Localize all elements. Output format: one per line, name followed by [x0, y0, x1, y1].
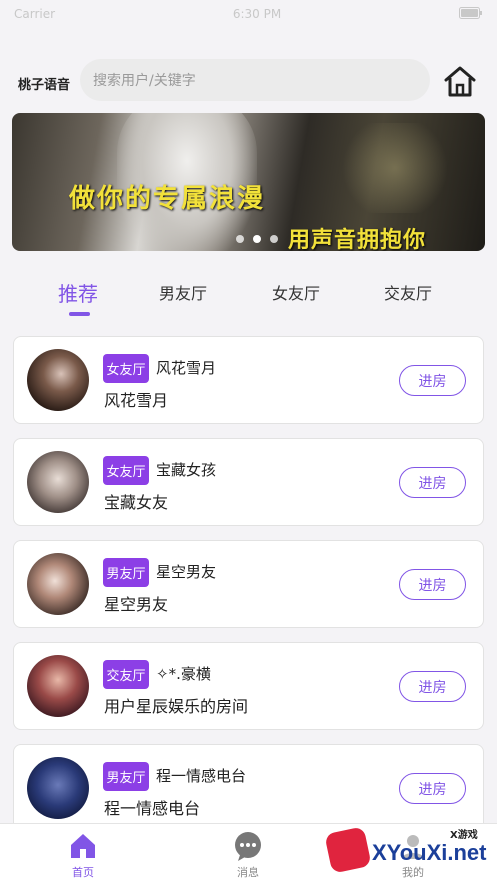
nav-messages[interactable]: 消息 [218, 830, 278, 880]
room-card[interactable]: 男友厅 星空男友 星空男友 进房 [13, 540, 484, 628]
tab-boyfriend-hall[interactable]: 男友厅 [159, 280, 207, 304]
watermark-text: XYouXi.net [372, 840, 487, 865]
room-card[interactable]: 女友厅 宝藏女孩 宝藏女友 进房 [13, 438, 484, 526]
room-category-badge: 女友厅 [103, 456, 149, 485]
search-input[interactable]: 搜索用户/关键字 [80, 59, 430, 101]
room-name: ✧*.豪横 [156, 665, 211, 683]
room-name: 宝藏女孩 [156, 461, 217, 479]
nav-messages-label: 消息 [237, 866, 259, 879]
room-subtitle: 星空男友 [104, 595, 169, 614]
avatar [27, 757, 89, 819]
banner-background-glow [335, 123, 455, 213]
room-category-badge: 男友厅 [103, 558, 149, 587]
home-icon [67, 830, 99, 862]
room-subtitle: 用户星辰娱乐的房间 [104, 697, 249, 716]
room-card[interactable]: 女友厅 风花雪月 风花雪月 进房 [13, 336, 484, 424]
search-placeholder: 搜索用户/关键字 [93, 73, 196, 89]
home-button[interactable] [441, 62, 479, 100]
site-watermark: X游戏 XYouXi.net [322, 826, 492, 880]
app-name: 桃子语音 [18, 78, 71, 93]
avatar [27, 655, 89, 717]
banner-subheadline: 用声音拥抱你 [288, 228, 427, 251]
status-bar: Carrier 6:30 PM [0, 0, 497, 28]
tab-girlfriend-hall[interactable]: 女友厅 [272, 280, 320, 304]
room-name: 风花雪月 [156, 359, 217, 377]
avatar [27, 349, 89, 411]
room-category-badge: 女友厅 [103, 354, 149, 383]
room-category-badge: 男友厅 [103, 762, 149, 791]
carrier-label: Carrier [14, 7, 56, 21]
avatar [27, 553, 89, 615]
room-subtitle: 程一情感电台 [104, 799, 201, 818]
battery-icon [459, 6, 483, 22]
status-time: 6:30 PM [232, 7, 282, 21]
active-tab-indicator [69, 312, 90, 316]
tab-friends-hall[interactable]: 交友厅 [384, 280, 432, 304]
room-card[interactable]: 交友厅 ✧*.豪横 用户星辰娱乐的房间 进房 [13, 642, 484, 730]
tab-recommended[interactable]: 推荐 [58, 278, 98, 307]
promo-banner[interactable]: 做你的专属浪漫 用声音拥抱你 [12, 113, 485, 251]
avatar [27, 451, 89, 513]
chat-bubble-icon [232, 830, 264, 862]
enter-room-button[interactable]: 进房 [399, 671, 466, 702]
banner-dot[interactable] [253, 235, 261, 243]
nav-home-label: 首页 [72, 866, 94, 879]
gamepad-logo-icon [324, 826, 372, 874]
banner-dot[interactable] [270, 235, 278, 243]
watermark-small-text: X游戏 [450, 830, 478, 841]
room-subtitle: 宝藏女友 [104, 493, 169, 512]
enter-room-button[interactable]: 进房 [399, 773, 466, 804]
home-icon [444, 66, 476, 97]
nav-home[interactable]: 首页 [53, 830, 113, 880]
enter-room-button[interactable]: 进房 [399, 365, 466, 396]
category-tabs: 推荐 男友厅 女友厅 交友厅 [0, 272, 497, 316]
room-category-badge: 交友厅 [103, 660, 149, 689]
header: 桃子语音 搜索用户/关键字 [0, 52, 497, 112]
enter-room-button[interactable]: 进房 [399, 467, 466, 498]
enter-room-button[interactable]: 进房 [399, 569, 466, 600]
banner-headline: 做你的专属浪漫 [69, 184, 266, 214]
room-subtitle: 风花雪月 [104, 391, 169, 410]
room-name: 程一情感电台 [156, 767, 247, 785]
room-card[interactable]: 男友厅 程一情感电台 程一情感电台 进房 [13, 744, 484, 832]
banner-dot[interactable] [236, 235, 244, 243]
room-name: 星空男友 [156, 563, 217, 581]
banner-pagination[interactable] [236, 235, 278, 243]
